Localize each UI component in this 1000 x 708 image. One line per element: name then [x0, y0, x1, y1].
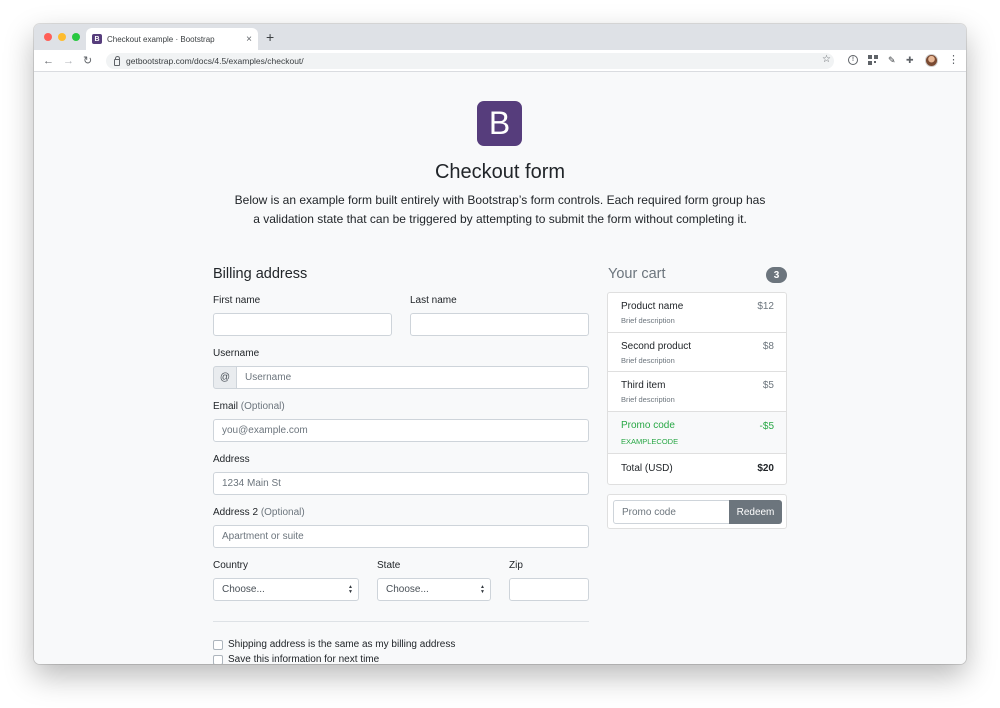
cart-item-name: Product name	[621, 301, 684, 312]
tab-title: Checkout example · Bootstrap	[107, 34, 215, 44]
promo-discount: -$5	[759, 420, 774, 432]
state-select[interactable]: Choose... ▲ ▼	[377, 578, 491, 601]
star-icon[interactable]: ☆	[822, 54, 831, 65]
same-address-label: Shipping address is the same as my billi…	[228, 639, 456, 650]
at-sign-addon: @	[213, 366, 237, 389]
cart-item-name: Third item	[621, 380, 666, 391]
address-placeholder: 1234 Main St	[222, 478, 281, 489]
save-info-checkbox-row[interactable]: Save this information for next time	[213, 654, 379, 664]
email-label: Email (Optional)	[213, 401, 285, 412]
address2-placeholder: Apartment or suite	[222, 531, 304, 542]
tab-checkout[interactable]: B Checkout example · Bootstrap ×	[86, 28, 258, 50]
first-name-label: First name	[213, 295, 261, 306]
cart-item-price: $8	[762, 340, 774, 352]
total-label: Total (USD)	[621, 462, 673, 474]
cart-count-badge: 3	[766, 267, 787, 283]
cart-total-row: Total (USD) $20	[608, 454, 786, 484]
qr-code-icon[interactable]	[868, 55, 878, 65]
promo-code-row: Promo code EXAMPLECODE -$5	[608, 411, 786, 454]
cart-heading: Your cart	[608, 266, 666, 282]
bootstrap-favicon-icon: B	[92, 34, 102, 44]
total-value: $20	[757, 462, 774, 474]
first-name-input[interactable]	[213, 313, 392, 336]
back-arrow-icon[interactable]: ←	[43, 54, 54, 68]
browser-toolbar: ← → ↻ getbootstrap.com/docs/4.5/examples…	[34, 50, 966, 72]
username-input[interactable]: Username	[236, 366, 589, 389]
cart-item-description: Brief description	[621, 355, 675, 365]
tab-bar: B Checkout example · Bootstrap × +	[34, 24, 966, 50]
promo-code-value: EXAMPLECODE	[621, 436, 679, 446]
same-address-checkbox-row[interactable]: Shipping address is the same as my billi…	[213, 639, 455, 650]
zip-label: Zip	[509, 560, 523, 571]
cart-item-name: Second product	[621, 340, 692, 352]
email-optional-text: (Optional)	[240, 401, 285, 412]
username-placeholder: Username	[245, 372, 292, 383]
cart-item-price: $5	[762, 380, 774, 391]
email-label-text: Email	[213, 401, 239, 412]
username-label: Username	[213, 348, 260, 359]
address-label: Address	[213, 454, 250, 465]
pen-tool-icon[interactable]: ✎	[888, 55, 898, 65]
address-bar[interactable]: getbootstrap.com/docs/4.5/examples/check…	[106, 53, 834, 69]
zoom-window-button[interactable]	[72, 33, 80, 41]
select-caret-icon: ▲ ▼	[480, 584, 485, 595]
cart-item: Product name Brief description $12	[608, 293, 786, 333]
cart-item-description: Brief description	[621, 316, 675, 325]
puzzle-icon[interactable]: ✚	[906, 55, 916, 65]
cart-list: Product name Brief description $12 Secon…	[607, 292, 787, 485]
screenshot-stage: B Checkout example · Bootstrap × + ← → ↻…	[0, 0, 1000, 708]
section-divider	[213, 621, 589, 622]
state-selected-value: Choose...	[386, 584, 429, 595]
lock-icon	[114, 55, 120, 66]
last-name-label: Last name	[410, 295, 457, 306]
same-address-checkbox[interactable]	[213, 639, 223, 650]
address2-label-text: Address 2	[213, 507, 259, 518]
promo-code-placeholder: Promo code	[622, 506, 676, 518]
email-placeholder: you@example.com	[222, 425, 308, 436]
page-content: B Checkout form Below is an example form…	[34, 73, 966, 664]
state-label: State	[377, 560, 401, 571]
url-text: getbootstrap.com/docs/4.5/examples/check…	[126, 56, 304, 66]
avatar[interactable]	[925, 54, 938, 67]
address2-optional-text: (Optional)	[260, 507, 305, 518]
forward-arrow-icon[interactable]: →	[63, 54, 74, 68]
cart-item-price: $12	[757, 301, 774, 312]
close-window-button[interactable]	[44, 33, 52, 41]
last-name-input[interactable]	[410, 313, 589, 336]
cart-item: Third item Brief description $5	[608, 372, 786, 412]
zip-input[interactable]	[509, 578, 589, 601]
country-selected-value: Choose...	[222, 584, 265, 595]
cart-item-description: Brief description	[621, 395, 675, 404]
more-menu-icon[interactable]: ⋮	[948, 53, 959, 67]
billing-heading: Billing address	[213, 266, 308, 282]
minimize-window-button[interactable]	[58, 33, 66, 41]
save-info-label: Save this information for next time	[228, 654, 380, 664]
browser-window: B Checkout example · Bootstrap × + ← → ↻…	[34, 24, 966, 664]
address2-label: Address 2 (Optional)	[213, 507, 305, 518]
country-label: Country	[213, 560, 249, 571]
save-info-checkbox[interactable]	[213, 654, 223, 664]
bootstrap-logo: B	[477, 101, 522, 146]
page-title: Checkout form	[434, 161, 566, 183]
email-input[interactable]: you@example.com	[213, 419, 589, 442]
new-tab-icon[interactable]: +	[266, 29, 274, 45]
address2-input[interactable]: Apartment or suite	[213, 525, 589, 548]
info-icon[interactable]: !	[848, 55, 858, 65]
lead-paragraph: Below is an example form built entirely …	[234, 193, 766, 226]
close-tab-icon[interactable]: ×	[246, 34, 252, 45]
redeem-button[interactable]: Redeem	[729, 500, 782, 524]
select-caret-icon: ▲ ▼	[348, 584, 353, 595]
redeem-card: Promo code Redeem	[607, 494, 787, 529]
promo-code-input[interactable]: Promo code	[613, 500, 730, 524]
country-select[interactable]: Choose... ▲ ▼	[213, 578, 359, 601]
promo-name: Promo code	[621, 419, 675, 431]
cart-item: Second product Brief description $8	[608, 333, 786, 372]
address-input[interactable]: 1234 Main St	[213, 472, 589, 495]
reload-icon[interactable]: ↻	[83, 54, 92, 68]
